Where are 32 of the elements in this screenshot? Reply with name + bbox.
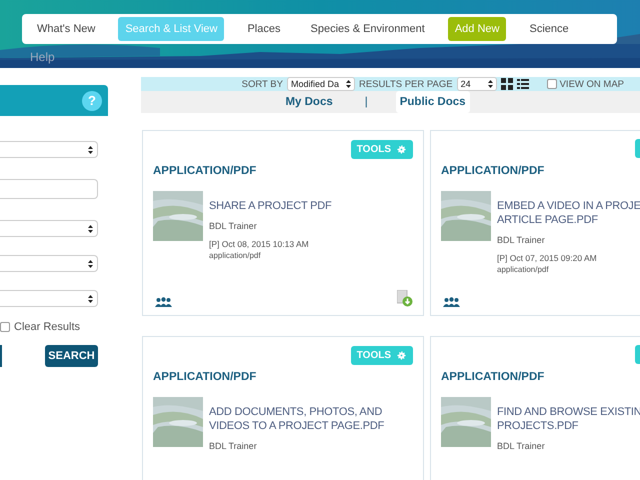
document-title[interactable]: EMBED A VIDEO IN A PROJE — [497, 199, 640, 213]
tab[interactable]: My Docs — [281, 91, 337, 113]
document-date: [P] Oct 07, 2015 09:20 AM — [497, 253, 598, 263]
document-date: [P] Oct 08, 2015 10:13 AM — [209, 239, 310, 249]
per-page-select[interactable]: 24 — [456, 77, 497, 91]
document-title[interactable]: ADD DOCUMENTS, PHOTOS, AND — [209, 405, 384, 419]
document-type: APPLICATION/PDF — [441, 371, 546, 383]
author: BDL Trainer — [209, 441, 258, 451]
nav-link[interactable]: What's New — [30, 17, 102, 41]
mime-type: application/pdf — [497, 265, 550, 274]
document-title[interactable]: PROJECTS.PDF — [497, 419, 640, 433]
nav-link[interactable]: Science — [522, 17, 576, 41]
nav-link[interactable]: Places — [240, 17, 288, 41]
document-title[interactable]: ARTICLE PAGE.PDF — [497, 213, 640, 227]
author: BDL Trainer — [209, 221, 258, 231]
author: BDL Trainer — [497, 441, 546, 451]
tab[interactable]: Public Docs — [396, 91, 470, 113]
per-page-label: RESULTS PER PAGE — [358, 78, 453, 90]
document-type: APPLICATION/PDF — [441, 165, 546, 177]
nav-link[interactable]: Species & Environment — [304, 17, 432, 41]
tab-separator: | — [364, 96, 368, 108]
author: BDL Trainer — [497, 235, 546, 245]
document-type: APPLICATION/PDF — [153, 371, 258, 383]
document-type: APPLICATION/PDF — [153, 165, 258, 177]
checkbox-label: Clear Results — [14, 321, 80, 333]
sort-label: SORT BY — [242, 78, 283, 90]
document-title[interactable]: SHARE A PROJECT PDF — [209, 199, 332, 213]
checkbox-label: VIEW ON MAP — [560, 78, 624, 90]
search-button[interactable]: SEARCH — [45, 345, 98, 367]
mime-type: application/pdf — [209, 251, 262, 260]
sort-select[interactable]: Modified Da — [286, 77, 355, 91]
document-title[interactable]: VIDEOS TO A PROJECT PAGE.PDF — [209, 419, 384, 433]
